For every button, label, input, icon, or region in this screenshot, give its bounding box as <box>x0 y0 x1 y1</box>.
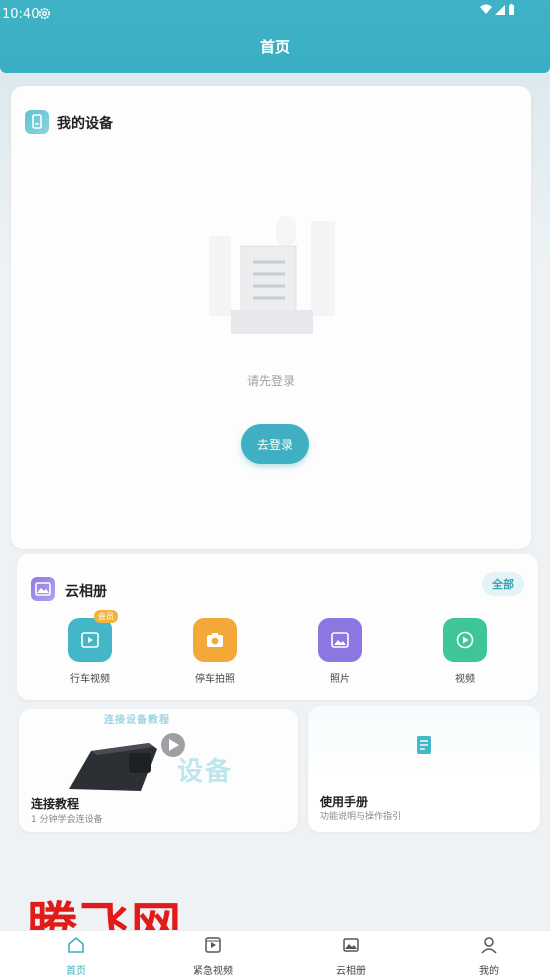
dashcam-device-image <box>69 733 185 791</box>
nav-item-home[interactable]: 首页 <box>36 935 116 977</box>
cloud-album-card: 云相册 全部 会员 行车视频 停车拍照 照片 视频 <box>17 554 538 700</box>
nav-item-profile[interactable]: 我的 <box>449 935 529 977</box>
page-title: 首页 <box>259 38 290 56</box>
bottom-navigation: 首页 紧急视频 云相册 我的 <box>0 930 550 979</box>
tutorial-subtitle: 1 分钟学会连设备 <box>31 815 103 825</box>
nav-label: 紧急视频 <box>193 966 233 977</box>
play-icon <box>443 618 487 662</box>
empty-state-illustration <box>209 216 335 334</box>
nav-label: 云相册 <box>336 966 366 977</box>
view-all-button[interactable]: 全部 <box>482 572 524 596</box>
nav-label: 我的 <box>479 966 499 977</box>
album-item-parking-photo[interactable]: 停车拍照 <box>175 618 255 685</box>
top-app-bar: 10:40 首页 <box>0 0 550 73</box>
camera-icon <box>193 618 237 662</box>
status-bar: 10:40 <box>0 0 550 30</box>
album-item-driving-video[interactable]: 会员 行车视频 <box>50 610 130 685</box>
login-button[interactable]: 去登录 <box>241 424 309 464</box>
nav-item-emergency-video[interactable]: 紧急视频 <box>173 935 253 977</box>
profile-icon <box>481 937 497 954</box>
status-time: 10:40 <box>2 7 40 22</box>
manual-book-icon <box>417 736 431 754</box>
connect-tutorial-card[interactable]: 连接设备教程 设备 连接教程 1 分钟学会连设备 <box>19 709 298 832</box>
settings-gear-icon <box>38 7 51 20</box>
my-device-card: 我的设备 请先登录 去登录 <box>11 86 531 549</box>
login-hint-text: 请先登录 <box>246 374 295 388</box>
album-item-videos[interactable]: 视频 <box>425 618 505 685</box>
film-icon: 会员 <box>68 610 118 662</box>
user-manual-card[interactable]: 使用手册 功能说明与操作指引 <box>308 706 540 832</box>
manual-title: 使用手册 <box>320 795 369 809</box>
album-item-photos[interactable]: 照片 <box>300 618 380 685</box>
album-item-label: 停车拍照 <box>195 674 235 685</box>
nav-item-cloud-album[interactable]: 云相册 <box>311 935 391 977</box>
vip-badge: 会员 <box>94 610 118 623</box>
photo-icon <box>318 618 362 662</box>
album-item-label: 视频 <box>455 674 475 685</box>
cloud-album-title: 云相册 <box>65 584 107 600</box>
video-icon <box>205 937 221 953</box>
manual-subtitle: 功能说明与操作指引 <box>320 812 402 822</box>
nav-label: 首页 <box>66 966 86 977</box>
album-item-label: 行车视频 <box>70 674 110 685</box>
album-icon <box>343 938 359 952</box>
wifi-signal-battery-icon <box>480 3 514 15</box>
home-icon <box>68 936 84 953</box>
album-icon <box>31 577 55 601</box>
my-device-title: 我的设备 <box>57 116 113 132</box>
tutorial-title: 连接教程 <box>31 797 80 811</box>
device-icon <box>25 110 49 134</box>
tutorial-banner-text: 连接设备教程 <box>104 715 170 726</box>
album-item-label: 照片 <box>330 674 350 685</box>
